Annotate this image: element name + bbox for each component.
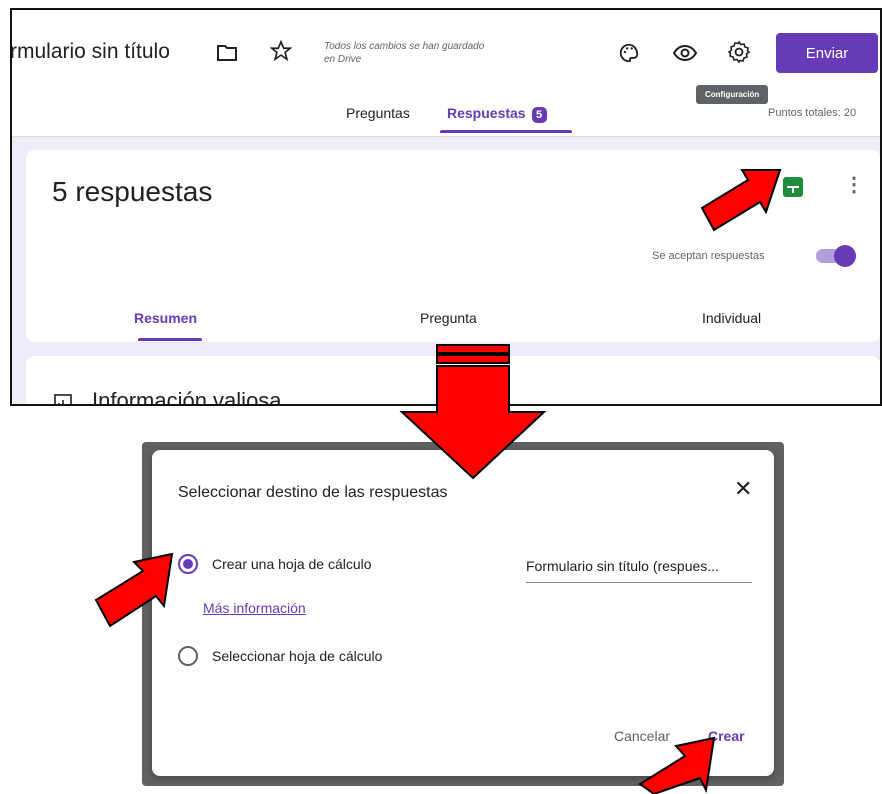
eye-icon[interactable] bbox=[672, 40, 698, 66]
destination-dialog-screenshot: Seleccionar destino de las respuestas ✕ … bbox=[142, 442, 784, 786]
tab-questions[interactable]: Preguntas bbox=[346, 105, 410, 121]
create-button[interactable]: Crear bbox=[708, 728, 745, 744]
close-icon[interactable]: ✕ bbox=[734, 476, 752, 502]
accepting-responses-toggle[interactable] bbox=[816, 244, 856, 267]
insights-icon bbox=[52, 392, 74, 404]
subtab-individual[interactable]: Individual bbox=[702, 310, 761, 326]
accepting-responses-label: Se aceptan respuestas bbox=[652, 250, 765, 262]
select-sheet-label[interactable]: Seleccionar hoja de cálculo bbox=[212, 648, 382, 664]
total-points: Puntos totales: 20 bbox=[768, 107, 857, 119]
active-tab-indicator bbox=[440, 130, 572, 133]
tab-responses-label: Respuestas bbox=[447, 105, 526, 121]
radio-select-sheet[interactable] bbox=[178, 646, 198, 666]
subtab-question[interactable]: Pregunta bbox=[420, 310, 477, 326]
radio-create-sheet[interactable] bbox=[178, 554, 198, 574]
responses-title: 5 respuestas bbox=[52, 176, 213, 207]
insights-title: Información valiosa bbox=[92, 388, 282, 406]
sheets-icon[interactable] bbox=[783, 177, 803, 197]
tab-responses[interactable]: Respuestas 5 bbox=[447, 105, 547, 123]
create-sheet-label[interactable]: Crear una hoja de cálculo bbox=[212, 556, 372, 572]
toggle-knob bbox=[834, 245, 856, 267]
folder-icon[interactable] bbox=[214, 40, 240, 66]
subtab-summary[interactable]: Resumen bbox=[134, 310, 197, 326]
cancel-button[interactable]: Cancelar bbox=[614, 728, 670, 744]
more-vert-icon[interactable]: ⋮ bbox=[844, 172, 864, 197]
palette-icon[interactable] bbox=[616, 40, 642, 66]
star-icon[interactable] bbox=[268, 38, 294, 64]
form-title[interactable]: rmulario sin título bbox=[12, 40, 170, 64]
responses-count-badge: 5 bbox=[531, 107, 547, 123]
select-destination-dialog: Seleccionar destino de las respuestas ✕ … bbox=[152, 450, 774, 776]
sheet-name-field[interactable]: Formulario sin título (respues... bbox=[526, 558, 752, 583]
more-info-link[interactable]: Más información bbox=[203, 600, 306, 616]
send-button[interactable]: Enviar bbox=[776, 33, 878, 73]
gear-icon[interactable] bbox=[726, 39, 752, 65]
save-status: Todos los cambios se han guardado en Dri… bbox=[324, 41, 485, 65]
settings-tooltip: Configuración bbox=[696, 85, 769, 104]
forms-responses-screenshot: rmulario sin título Todos los cambios se… bbox=[10, 8, 882, 406]
dialog-title: Seleccionar destino de las respuestas bbox=[178, 484, 448, 501]
app-header: rmulario sin título Todos los cambios se… bbox=[12, 10, 880, 137]
active-subtab-indicator bbox=[138, 338, 202, 341]
